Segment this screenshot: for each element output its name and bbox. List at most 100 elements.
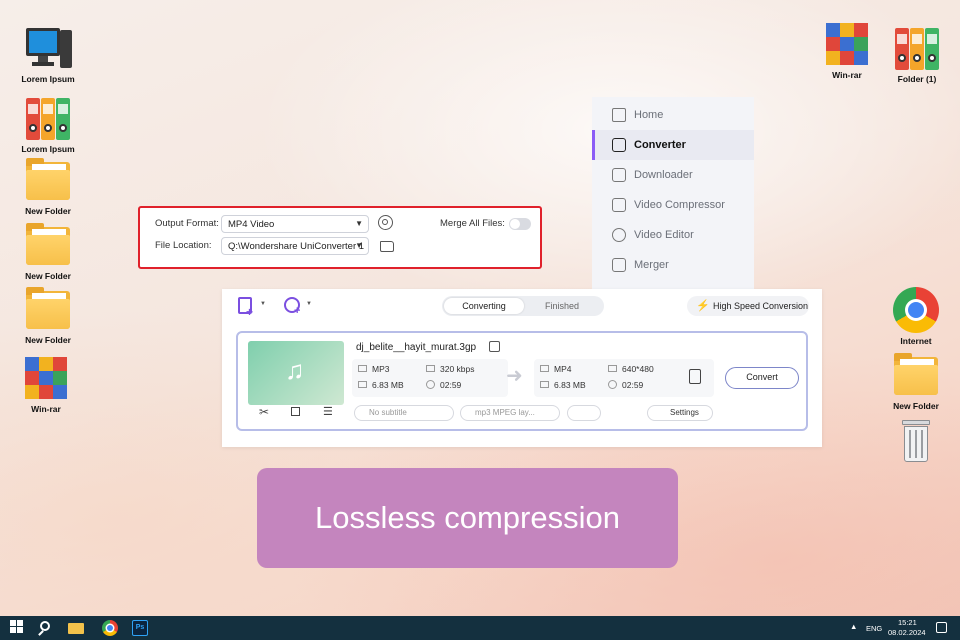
sidebar-item-video-compressor[interactable]: Video Compressor: [592, 190, 754, 220]
file-location-label: File Location:: [155, 240, 212, 251]
photoshop-icon[interactable]: Ps: [132, 620, 148, 636]
converter-window: + ▼ + ▼ Converting Finished ⚡ High Speed…: [222, 289, 822, 447]
subtitle-select[interactable]: No subtitle: [354, 405, 454, 421]
binders-icon: [24, 94, 72, 142]
download-icon: [612, 168, 626, 182]
sidebar-item-video-editor[interactable]: Video Editor: [592, 220, 754, 250]
sidebar-item-label: Converter: [634, 139, 686, 151]
sidebar-item-label: Downloader: [634, 169, 693, 181]
recycle-bin-icon: [892, 418, 940, 466]
tab-converting[interactable]: Converting: [444, 298, 524, 314]
source-size: 6.83 MB: [372, 380, 404, 390]
source-format: MP3: [372, 364, 390, 374]
sidebar-item-label: Merger: [634, 259, 669, 271]
add-file-icon[interactable]: +: [238, 297, 253, 318]
search-icon[interactable]: [38, 620, 54, 636]
desktop-icon-label: New Folder: [25, 335, 71, 345]
clock-time[interactable]: 15:21: [898, 618, 917, 627]
sidebar-item-converter[interactable]: Converter: [592, 130, 754, 160]
home-icon: [612, 108, 626, 122]
clock-icon: [426, 380, 435, 389]
target-resolution: 640*480: [622, 364, 654, 374]
output-settings-icon[interactable]: [689, 369, 701, 384]
chrome-taskbar-icon[interactable]: [102, 620, 118, 636]
file-explorer-icon[interactable]: [68, 620, 84, 636]
bitrate-icon: [426, 365, 435, 372]
chevron-up-icon[interactable]: ▲: [850, 622, 857, 631]
sidebar-item-merger[interactable]: Merger: [592, 250, 754, 280]
folder-small-icon: [540, 381, 549, 388]
audio-track-select[interactable]: mp3 MPEG lay...: [460, 405, 560, 421]
sidebar-item-home[interactable]: Home: [592, 100, 754, 130]
desktop-icon-new-folder[interactable]: New Folder: [8, 285, 88, 345]
converter-icon: [612, 138, 626, 152]
desktop-icon-winrar[interactable]: Win-rar: [6, 354, 86, 414]
desktop-icon-label: New Folder: [25, 271, 71, 281]
folder-icon: [892, 351, 940, 399]
chevron-down-icon[interactable]: ▼: [306, 301, 312, 307]
desktop-icon-label: Win-rar: [31, 404, 61, 414]
chevron-down-icon[interactable]: ▼: [260, 301, 266, 307]
lightning-icon: ⚡: [696, 300, 710, 312]
audio-format-icon: [358, 365, 367, 372]
high-speed-conversion-button[interactable]: ⚡ High Speed Conversion: [687, 296, 809, 316]
format-settings-icon[interactable]: [378, 215, 393, 230]
desktop-icon-binders[interactable]: Lorem Ipsum: [8, 94, 88, 154]
desktop-icon-label: Lorem Ipsum: [21, 74, 75, 84]
promo-banner: Lossless compression: [257, 468, 678, 568]
scissors-icon: [612, 228, 626, 242]
merge-all-files-toggle[interactable]: [509, 218, 531, 230]
desktop-icon-new-folder[interactable]: New Folder: [8, 221, 88, 281]
music-note-icon: ♫: [285, 355, 305, 385]
settings-label: Settings: [670, 408, 699, 417]
notification-icon[interactable]: [936, 622, 947, 633]
trim-icon[interactable]: ✂: [259, 405, 269, 419]
clock-date[interactable]: 08.02.2024: [888, 628, 926, 637]
desktop-icon-new-folder[interactable]: New Folder: [876, 351, 956, 411]
high-speed-label: High Speed Conversion: [713, 301, 809, 311]
compress-icon: [612, 198, 626, 212]
sidebar-item-downloader[interactable]: Downloader: [592, 160, 754, 190]
add-watermark-button[interactable]: [567, 405, 601, 421]
target-info: MP4 640*480 6.83 MB 02:59: [534, 359, 714, 397]
desktop-icon-internet[interactable]: Internet: [876, 286, 956, 346]
desktop-icon-label: New Folder: [893, 401, 939, 411]
effects-icon[interactable]: ☰: [323, 405, 333, 418]
tab-finished[interactable]: Finished: [522, 298, 602, 314]
folder-icon: [24, 156, 72, 204]
desktop-icon-new-folder[interactable]: New Folder: [8, 156, 88, 216]
file-location-value: Q:\Wondershare UniConverter 1: [228, 241, 365, 252]
computer-icon: [24, 24, 72, 72]
desktop-icon-label: Folder (1): [897, 74, 937, 84]
source-duration: 02:59: [440, 380, 462, 390]
crop-icon[interactable]: [291, 407, 300, 416]
converter-tabs: Converting Finished: [442, 296, 604, 316]
windows-start-icon[interactable]: [10, 620, 26, 636]
convert-button[interactable]: Convert: [725, 367, 799, 389]
add-media-icon[interactable]: +: [284, 297, 300, 317]
binders-icon: [893, 24, 941, 72]
file-card: ♫ ✂ ☰ dj_belite__hayit_murat.3gp MP3 320…: [236, 331, 808, 431]
output-format-select[interactable]: MP4 Video ▼: [221, 215, 369, 233]
desktop-icon-folder-1[interactable]: Folder (1): [877, 24, 957, 84]
merge-all-files-label: Merge All Files:: [440, 218, 505, 229]
desktop-icon-computer[interactable]: Lorem Ipsum: [8, 24, 88, 84]
folder-icon: [24, 221, 72, 269]
chevron-down-icon: ▼: [355, 241, 363, 250]
video-format-icon: [540, 365, 549, 372]
language-indicator[interactable]: ENG: [866, 624, 882, 633]
desktop-icon-recycle-bin[interactable]: [876, 418, 956, 466]
settings-button[interactable]: Settings: [647, 405, 713, 421]
desktop-icon-winrar[interactable]: Win-rar: [807, 20, 887, 80]
subtitle-placeholder: No subtitle: [369, 408, 407, 417]
folder-open-icon[interactable]: [380, 241, 394, 252]
file-location-select[interactable]: Q:\Wondershare UniConverter 1 ▼: [221, 237, 369, 255]
edit-name-icon[interactable]: [489, 341, 500, 352]
target-format: MP4: [554, 364, 572, 374]
sidebar-item-label: Video Compressor: [634, 199, 725, 211]
file-thumbnail[interactable]: ♫: [248, 341, 344, 405]
winrar-icon: [823, 20, 871, 68]
sidebar-item-label: Home: [634, 109, 664, 121]
arrow-right-icon: ➜: [506, 365, 523, 387]
clock-icon: [608, 380, 617, 389]
